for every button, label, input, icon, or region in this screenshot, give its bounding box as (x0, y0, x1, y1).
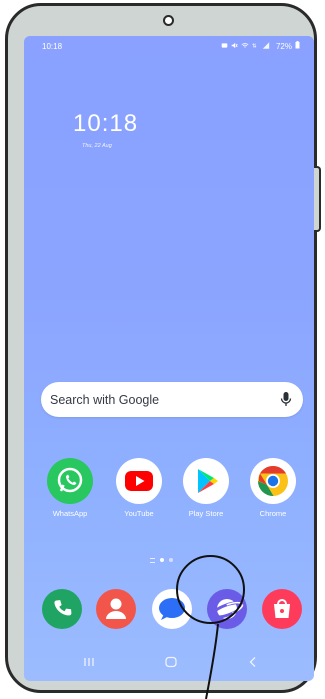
back-icon[interactable] (246, 655, 260, 674)
highlight-circle (176, 555, 245, 624)
volte-icon: ⇅ (252, 42, 259, 51)
dock-galaxy-store[interactable] (262, 589, 302, 629)
galaxy-store-icon (262, 589, 302, 629)
phone-icon (42, 589, 82, 629)
app-label: YouTube (124, 509, 154, 518)
status-bar: 10:18 ⇅ 72% (24, 36, 314, 54)
app-play-store[interactable]: Play Store (175, 458, 237, 518)
dock-contacts[interactable] (96, 589, 136, 629)
chrome-icon (250, 458, 296, 504)
app-label: Play Store (188, 509, 224, 518)
page-indicator-dot-active (160, 558, 164, 562)
battery-icon (295, 41, 300, 51)
status-icons: ⇅ 72% (221, 41, 300, 51)
app-label: WhatsApp (52, 509, 88, 518)
play-store-icon (183, 458, 229, 504)
status-time: 10:18 (42, 42, 63, 51)
side-button (314, 166, 321, 232)
app-youtube[interactable]: YouTube (108, 458, 170, 518)
wifi-icon (241, 42, 249, 51)
recents-icon[interactable] (82, 655, 96, 674)
whatsapp-icon (47, 458, 93, 504)
dock (24, 589, 314, 637)
clock-widget-date: Thu, 22 Aug (82, 143, 112, 149)
navigation-bar (24, 651, 314, 675)
phone-frame: 10:18 ⇅ 72% 10:18 Thu, 22 Aug Search wit… (5, 3, 321, 693)
svg-text:⇅: ⇅ (252, 43, 257, 48)
google-search-bar[interactable]: Search with Google (41, 382, 303, 417)
sync-icon (221, 42, 228, 51)
app-label: Chrome (259, 509, 287, 518)
page-indicator-dot (169, 558, 173, 562)
app-row: WhatsApp YouTube Play Store Chrome (24, 458, 314, 528)
clock-widget-time[interactable]: 10:18 (73, 110, 138, 138)
contacts-icon (96, 589, 136, 629)
page-indicator[interactable] (150, 556, 173, 564)
mic-icon[interactable] (280, 391, 292, 408)
home-screen: 10:18 ⇅ 72% 10:18 Thu, 22 Aug Search wit… (24, 36, 314, 681)
page-indicator-home-lines (150, 557, 155, 563)
signal-icon (262, 41, 270, 51)
battery-percent: 72% (275, 41, 292, 51)
search-placeholder: Search with Google (50, 393, 160, 407)
app-chrome[interactable]: Chrome (242, 458, 304, 518)
youtube-icon (116, 458, 162, 504)
front-camera (163, 15, 174, 26)
dock-phone[interactable] (42, 589, 82, 629)
home-icon[interactable] (164, 655, 178, 674)
app-whatsapp[interactable]: WhatsApp (39, 458, 101, 518)
mute-icon (231, 42, 238, 51)
